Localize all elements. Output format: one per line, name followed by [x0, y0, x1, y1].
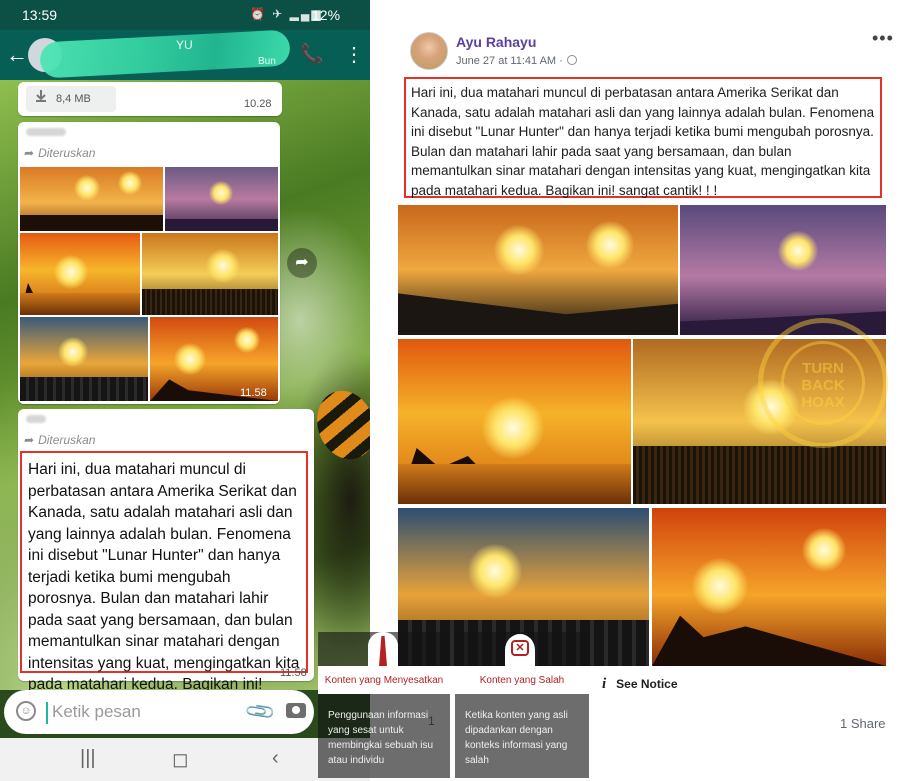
misleading-description: Penggunaan informasi yang sesat untuk me…: [328, 710, 434, 766]
badge-line-2: BACK: [801, 377, 845, 394]
sender-name-blurred: [26, 128, 66, 136]
attachment-icon[interactable]: 📎: [243, 694, 278, 729]
globe-icon: [566, 55, 577, 65]
author-avatar[interactable]: [410, 32, 448, 70]
back-arrow-icon[interactable]: ←: [6, 42, 28, 68]
highlighted-message-box: Hari ini, dua matahari muncul di perbata…: [20, 451, 308, 715]
info-icon: i: [602, 676, 607, 692]
forwarded-text: Diteruskan: [38, 146, 96, 160]
sunset-photo[interactable]: [680, 205, 886, 335]
message-time: 11.58: [280, 667, 307, 679]
turnbackhoax-badge: TURN BACK HOAX: [758, 318, 888, 448]
post-date[interactable]: June 27 at 11:41 AM ·: [456, 55, 577, 67]
x-speech-icon: ✕: [511, 640, 529, 656]
battery-level: 12%: [312, 7, 341, 23]
camera-icon[interactable]: [286, 703, 306, 718]
sunset-photo[interactable]: [398, 339, 631, 504]
contact-subtitle: Bun: [258, 56, 276, 67]
file-size: 8,4 MB: [56, 93, 91, 105]
road-warning-icon: [368, 632, 398, 666]
highlighted-post-box: Hari ini, dua matahari muncul di perbata…: [404, 77, 882, 198]
message-composer[interactable]: ☺ Ketik pesan 📎: [4, 690, 314, 734]
see-notice[interactable]: i See Notice: [602, 676, 678, 693]
badge-line-1: TURN: [802, 360, 844, 377]
false-content-description: Ketika konten yang asli dipadankan denga…: [465, 710, 568, 766]
add-call-icon[interactable]: 📞: [300, 42, 324, 66]
more-options-icon[interactable]: ⋮: [344, 42, 364, 67]
sunset-photo[interactable]: [398, 205, 678, 335]
see-notice-text: See Notice: [616, 677, 678, 691]
home-icon[interactable]: ◻: [172, 747, 189, 772]
whatsapp-screenshot: 13:59 ⏰ ✈ ▂▄▆ 12% ← YU Bun 📞 ⋮ 8,4 MB 10…: [0, 0, 370, 781]
image-group-time: 11.58: [240, 387, 267, 399]
misleading-title: Konten yang Menyesatkan: [318, 666, 450, 694]
false-content-title: Konten yang Salah: [455, 666, 589, 694]
forwarded-label: ➦ Diteruskan: [24, 146, 95, 160]
composite-screenshot: 13:59 ⏰ ✈ ▂▄▆ 12% ← YU Bun 📞 ⋮ 8,4 MB 10…: [0, 0, 901, 781]
contact-name[interactable]: YU: [176, 38, 193, 52]
forwarded-label: ➦ Diteruskan: [24, 433, 95, 447]
share-forward-icon[interactable]: ➦: [287, 248, 317, 278]
message-time: 10.28: [244, 98, 272, 110]
status-bar: 13:59 ⏰ ✈ ▂▄▆ 12%: [0, 0, 370, 30]
recent-apps-icon[interactable]: |||: [80, 747, 96, 770]
more-options-icon[interactable]: •••: [872, 28, 894, 49]
sunset-photo[interactable]: [652, 508, 886, 666]
message-body: Hari ini, dua matahari muncul di perbata…: [28, 461, 300, 715]
file-message[interactable]: 8,4 MB 10.28: [18, 82, 282, 116]
share-count[interactable]: 1 Share: [840, 716, 886, 731]
sender-name-blurred: [26, 415, 46, 423]
wallpaper-bee: [307, 382, 370, 468]
message-input[interactable]: Ketik pesan: [52, 702, 141, 722]
forwarded-text-message[interactable]: ➦ Diteruskan Hari ini, dua matahari muncu…: [18, 409, 314, 715]
text-caret: [46, 702, 48, 724]
redaction-mark: [39, 29, 291, 79]
post-body: Hari ini, dua matahari muncul di perbata…: [411, 85, 875, 198]
post-date-text: June 27 at 11:41 AM ·: [456, 55, 563, 67]
android-nav-bar: ||| ◻ ‹: [0, 738, 370, 781]
false-content-icon: ✕: [505, 634, 535, 666]
sunset-photo[interactable]: [20, 233, 140, 315]
forwarded-text: Diteruskan: [38, 433, 96, 447]
download-icon[interactable]: [36, 90, 46, 102]
sunset-photo[interactable]: [165, 167, 278, 231]
sunset-photo[interactable]: [142, 233, 278, 315]
chat-header: ← YU Bun 📞 ⋮: [0, 29, 370, 80]
emoji-icon[interactable]: ☺: [16, 701, 36, 721]
road-icon: [379, 636, 387, 666]
sunset-photo[interactable]: [20, 167, 163, 231]
status-time: 13:59: [22, 7, 58, 23]
forward-arrow-icon: ➦: [24, 146, 35, 160]
author-name[interactable]: Ayu Rahayu: [456, 34, 536, 50]
badge-text: TURN BACK HOAX: [781, 341, 865, 425]
sunset-photo[interactable]: [20, 317, 148, 401]
forwarded-image-message[interactable]: ➦ Diteruskan 11.58: [18, 122, 280, 404]
forward-arrow-icon: ➦: [24, 433, 35, 447]
badge-line-3: HOAX: [801, 394, 845, 411]
back-icon[interactable]: ‹: [272, 747, 279, 770]
